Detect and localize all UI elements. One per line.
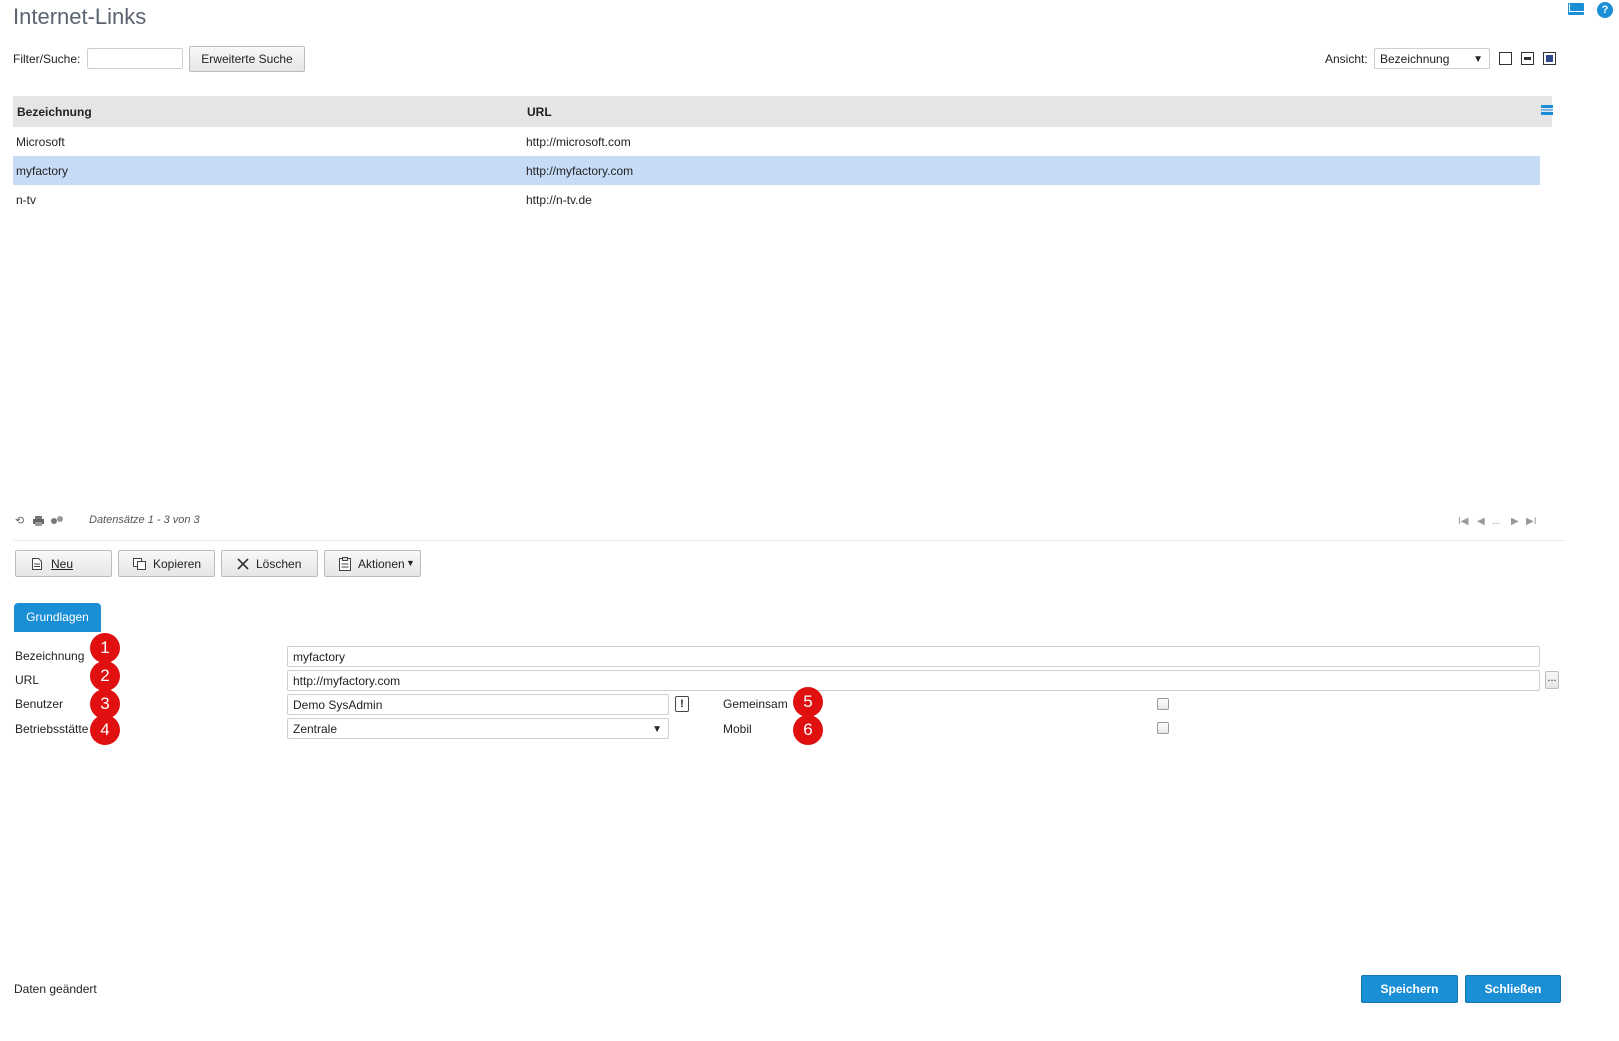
view-split-icon[interactable]	[1521, 52, 1534, 65]
tab-grundlagen[interactable]: Grundlagen	[14, 603, 101, 632]
mobil-label: Mobil	[723, 722, 752, 736]
copy-icon	[133, 558, 146, 570]
help-icon[interactable]: ?	[1597, 2, 1613, 18]
column-header-bezeichnung[interactable]: Bezeichnung	[17, 105, 92, 119]
cell-bezeichnung: myfactory	[16, 164, 69, 178]
benutzer-input[interactable]: Demo SysAdmin	[287, 694, 669, 715]
pager-ellipsis[interactable]: ...	[1492, 516, 1500, 527]
view-select[interactable]: Bezeichnung ▼	[1374, 48, 1490, 69]
last-page-icon[interactable]: ▶I	[1526, 516, 1536, 527]
cell-bezeichnung: n-tv	[16, 193, 37, 207]
view-full-icon[interactable]	[1543, 52, 1556, 65]
mobil-checkbox[interactable]	[1157, 722, 1169, 734]
gemeinsam-checkbox[interactable]	[1157, 698, 1169, 710]
table-row-selected[interactable]: myfactory http://myfactory.com	[13, 156, 1540, 185]
url-browse-button[interactable]: ...	[1545, 671, 1559, 689]
previous-page-icon[interactable]: ◀	[1477, 516, 1485, 527]
chevron-down-icon: ▼	[1473, 54, 1483, 65]
delete-button[interactable]: Löschen	[221, 550, 318, 577]
betriebsstaette-label: Betriebsstätte	[15, 722, 89, 736]
callout-badge-4: 4	[90, 715, 120, 745]
print-icon[interactable]	[33, 516, 44, 526]
view-compact-icon[interactable]	[1499, 52, 1512, 65]
clipboard-icon	[339, 557, 351, 571]
caret-down-icon: ▼	[406, 558, 415, 568]
column-header-url[interactable]: URL	[527, 105, 552, 119]
callout-badge-6: 6	[793, 715, 823, 745]
delete-x-icon	[237, 558, 249, 570]
divider	[13, 540, 1565, 541]
delete-button-label: Löschen	[256, 557, 302, 571]
cell-url: http://myfactory.com	[526, 164, 634, 178]
close-button[interactable]: Schließen	[1465, 975, 1561, 1003]
next-page-icon[interactable]: ▶	[1511, 516, 1519, 527]
gemeinsam-label: Gemeinsam	[723, 697, 788, 711]
filter-label: Filter/Suche:	[13, 52, 81, 66]
column-chooser-icon[interactable]	[1541, 105, 1553, 115]
table-row[interactable]: Microsoft http://microsoft.com	[13, 127, 1540, 156]
url-input[interactable]: http://myfactory.com	[287, 670, 1540, 691]
cell-url: http://n-tv.de	[526, 193, 592, 207]
copy-button[interactable]: Kopieren	[118, 550, 215, 577]
actions-button-label: Aktionen	[358, 557, 405, 571]
first-page-icon[interactable]: I◀	[1458, 516, 1468, 527]
benutzer-info-button[interactable]: !	[675, 696, 689, 712]
new-button-label: Neu	[51, 557, 74, 571]
cell-bezeichnung: Microsoft	[16, 135, 65, 149]
callout-badge-5: 5	[793, 687, 823, 717]
benutzer-label: Benutzer	[15, 697, 64, 711]
cell-url: http://microsoft.com	[526, 135, 631, 149]
filter-input[interactable]	[87, 48, 183, 69]
bezeichnung-label: Bezeichnung	[15, 649, 85, 663]
table-row[interactable]: n-tv http://n-tv.de	[13, 185, 1540, 214]
callout-badge-2: 2	[90, 661, 120, 691]
betriebsstaette-select[interactable]: Zentrale ▼	[287, 718, 669, 739]
new-document-icon	[32, 558, 42, 570]
mail-icon[interactable]	[1568, 3, 1584, 15]
view-label: Ansicht:	[1325, 52, 1368, 66]
url-label: URL	[15, 673, 40, 687]
page-title: Internet-Links	[13, 4, 147, 29]
save-button[interactable]: Speichern	[1361, 975, 1458, 1003]
copy-button-label: Kopieren	[153, 557, 202, 571]
advanced-search-button[interactable]: Erweiterte Suche	[189, 46, 305, 72]
view-select-value: Bezeichnung	[1380, 52, 1450, 66]
refresh-icon[interactable]: ⟲	[15, 514, 24, 527]
betriebsstaette-value: Zentrale	[293, 722, 338, 736]
grid-header: Bezeichnung URL	[13, 96, 1552, 127]
settings-icon[interactable]	[50, 515, 64, 525]
bezeichnung-input[interactable]: myfactory	[287, 646, 1540, 667]
chevron-down-icon: ▼	[652, 724, 662, 735]
actions-dropdown-button[interactable]: Aktionen ▼	[324, 550, 421, 577]
record-count-status: Datensätze 1 - 3 von 3	[89, 514, 200, 526]
new-button[interactable]: Neu	[15, 550, 112, 577]
data-changed-status: Daten geändert	[14, 982, 97, 996]
callout-badge-1: 1	[90, 633, 120, 663]
